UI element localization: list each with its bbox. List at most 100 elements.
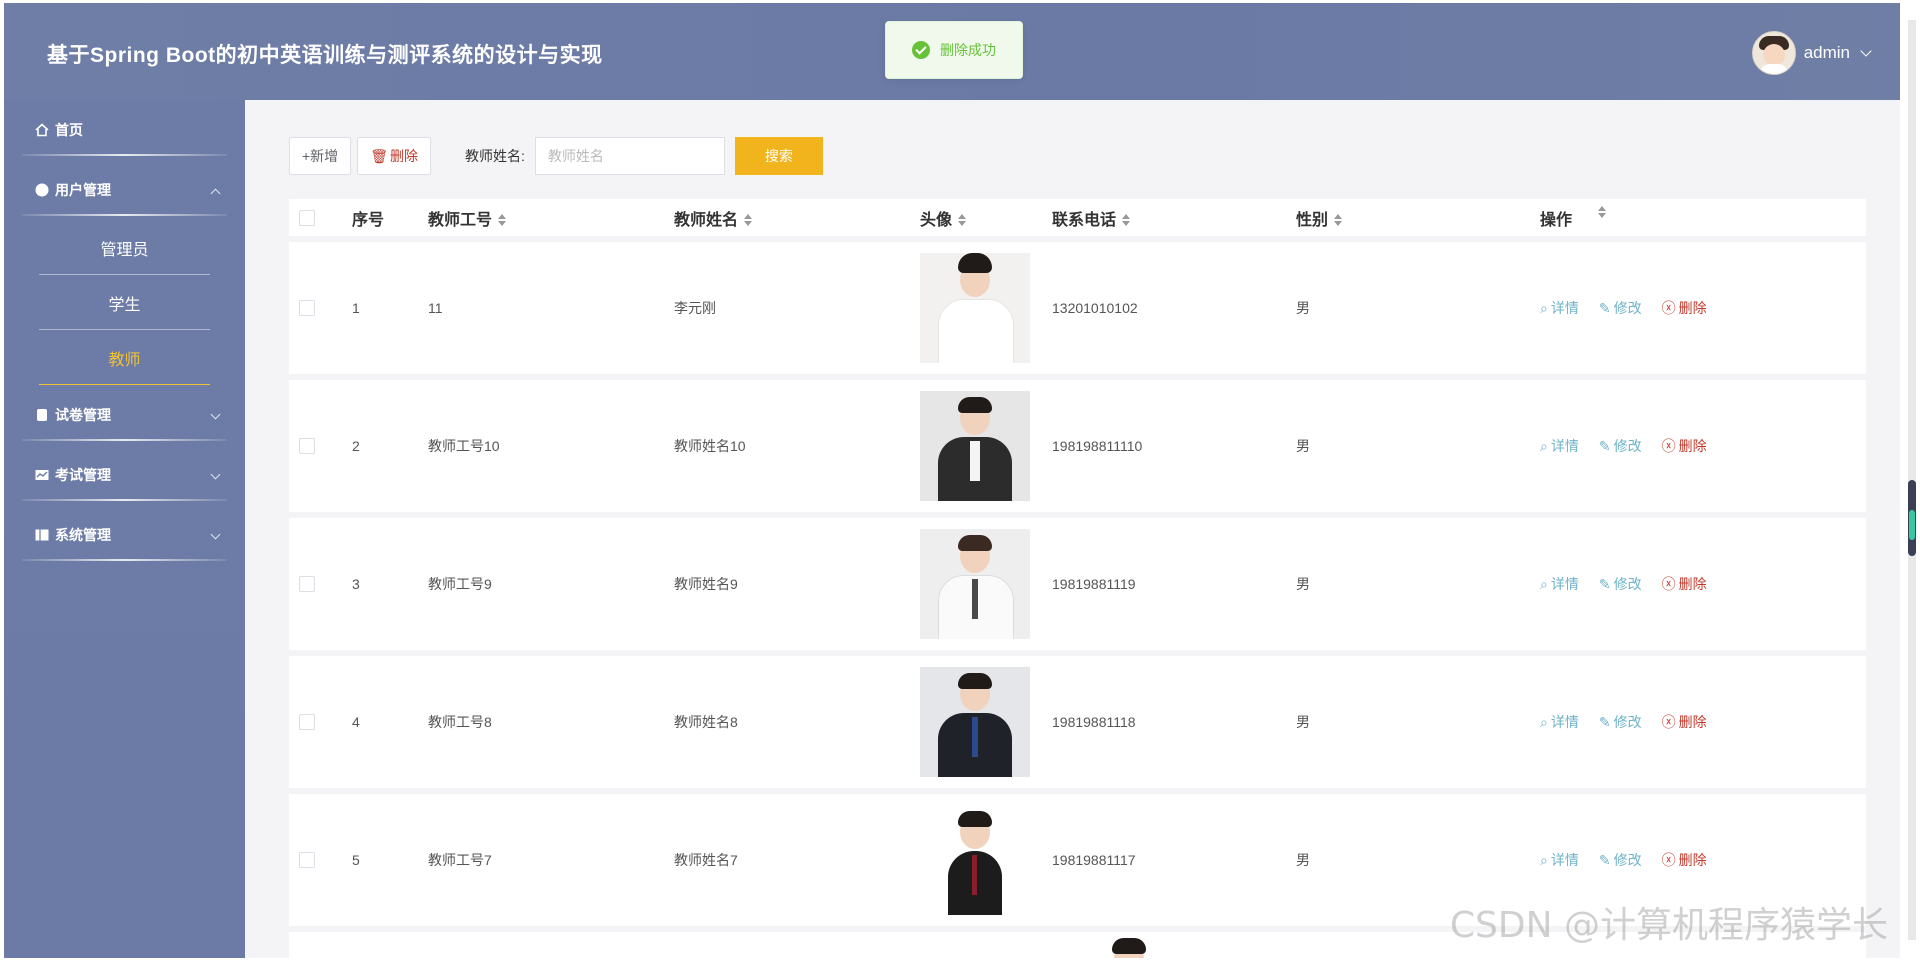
sort-icon[interactable] [1334,214,1343,227]
close-circle-icon: ⓧ [1661,438,1676,454]
chevron-up-icon [210,188,221,199]
sort-icon[interactable] [744,214,753,227]
sidebar-item-label: 首页 [55,122,83,138]
sort-icon[interactable] [498,214,507,227]
edit-link[interactable]: ✎ 修改 [1599,574,1642,594]
teacher-phone: 19819881118 [1052,714,1136,730]
row-index: 1 [352,300,360,316]
search-button[interactable]: 搜索 [734,137,823,175]
teacher-no: 教师工号9 [428,576,492,592]
sort-icon[interactable] [1122,214,1131,227]
add-button[interactable]: +新增 [289,137,352,175]
teacher-name: 教师姓名10 [674,438,746,454]
trash-icon: 🗑 [370,147,388,164]
teacher-photo[interactable] [920,529,1030,639]
sidebar-subitem-student[interactable]: 学生 [39,275,210,330]
sidebar-item-user-management[interactable]: 用户管理 [22,160,227,220]
sort-icon[interactable] [958,214,967,227]
vertical-scrollbar[interactable] [1908,20,1916,940]
teacher-photo[interactable] [920,805,1030,915]
chevron-down-icon [210,409,221,420]
row-checkbox[interactable] [299,852,315,868]
edit-link[interactable]: ✎ 修改 [1599,712,1642,732]
delete-link[interactable]: ⓧ 删除 [1662,850,1707,870]
sidebar-item-system-management[interactable]: 系统管理 [22,505,227,565]
sidebar-subitem-teacher[interactable]: 教师 [39,330,210,385]
search-icon: ⌕ [1540,713,1548,730]
teacher-gender: 男 [1296,576,1310,592]
sidebar-item-label: 考试管理 [55,467,111,483]
detail-link[interactable]: ⌕ 详情 [1540,298,1579,318]
toast-message: 删除成功 [940,42,996,58]
username[interactable]: admin [1804,43,1850,63]
sidebar-item-label: 试卷管理 [55,407,111,423]
delete-link[interactable]: ⓧ 删除 [1662,298,1707,318]
paper-icon [37,409,47,421]
column-header[interactable]: 头像 [920,206,1052,230]
check-circle-icon [912,41,930,59]
search-icon: ⌕ [1540,575,1548,592]
edit-link[interactable]: ✎ 修改 [1599,298,1642,318]
sidebar-item-exam-management[interactable]: 考试管理 [22,445,227,505]
sidebar-item-home[interactable]: 首页 [22,100,227,160]
avatar[interactable] [1751,31,1796,75]
detail-link[interactable]: ⌕ 详情 [1540,436,1579,456]
teacher-photo[interactable] [920,391,1030,501]
user-icon [35,183,49,197]
teacher-name-search-input[interactable] [534,137,725,175]
sidebar-item-label: 用户管理 [55,182,111,198]
column-header[interactable]: 序号 [352,206,428,230]
row-checkbox[interactable] [299,438,315,454]
column-header[interactable]: 教师姓名 [674,206,920,230]
column-header[interactable]: 操作 [1540,205,1866,230]
edit-icon: ✎ [1598,437,1611,454]
home-icon [35,123,49,137]
sort-icon[interactable] [1598,205,1607,218]
sidebar-subitem-label: 教师 [108,351,141,369]
detail-link[interactable]: ⌕ 详情 [1540,712,1579,732]
teacher-photo[interactable] [920,667,1030,777]
delete-link[interactable]: ⓧ 删除 [1662,712,1707,732]
watermark: CSDN @计算机程序猿学长 [1449,905,1888,946]
sidebar-item-paper-management[interactable]: 试卷管理 [22,385,227,445]
sidebar-subitem-label: 学生 [108,296,141,314]
row-checkbox[interactable] [299,576,315,592]
teacher-no: 教师工号8 [428,714,492,730]
row-index: 5 [352,852,360,868]
select-all-checkbox[interactable] [299,209,315,226]
close-circle-icon: ⓧ [1661,852,1676,868]
bulk-delete-button[interactable]: 🗑 删除 [357,137,431,175]
teacher-name: 教师姓名8 [674,714,738,730]
column-header[interactable]: 教师工号 [428,206,674,230]
teacher-no: 教师工号7 [428,852,492,868]
teacher-phone: 19819881119 [1052,576,1136,592]
row-checkbox[interactable] [299,300,315,316]
app-frame: 基于Spring Boot的初中英语训练与测评系统的设计与实现 admin 删除… [4,3,1900,958]
sidebar-subitem-label: 管理员 [100,241,149,259]
table-row: 3 教师工号9 教师姓名9 19819881119 男 ⌕ 详情 ✎ 修改 ⓧ 删除 [289,518,1866,650]
column-header[interactable]: 性别 [1296,206,1540,230]
row-index: 4 [352,714,360,730]
edit-icon: ✎ [1598,299,1611,316]
chevron-down-icon[interactable] [1860,44,1872,57]
teacher-photo[interactable] [1074,932,1184,958]
sidebar-item-label: 系统管理 [55,527,111,543]
sidebar-subitem-admin[interactable]: 管理员 [39,220,210,275]
table-header: 序号 教师工号 教师姓名 头像 联系电话 性别 操作 [289,199,1866,236]
search-icon: ⌕ [1540,299,1548,316]
delete-link[interactable]: ⓧ 删除 [1662,436,1707,456]
user-menu[interactable]: admin [1751,31,1872,75]
edit-link[interactable]: ✎ 修改 [1599,436,1642,456]
close-circle-icon: ⓧ [1661,300,1676,316]
detail-link[interactable]: ⌕ 详情 [1540,850,1579,870]
exam-icon [35,470,49,480]
teacher-photo[interactable] [920,253,1030,363]
column-header[interactable]: 联系电话 [1052,206,1296,230]
row-checkbox[interactable] [299,714,315,730]
sidebar: 首页 用户管理 管理员 学生 教师 试卷管理 考试管理 系统管理 [4,100,245,958]
edit-link[interactable]: ✎ 修改 [1599,850,1642,870]
delete-link[interactable]: ⓧ 删除 [1662,574,1707,594]
detail-link[interactable]: ⌕ 详情 [1540,574,1579,594]
search-icon: ⌕ [1540,437,1548,454]
edit-icon: ✎ [1598,575,1611,592]
